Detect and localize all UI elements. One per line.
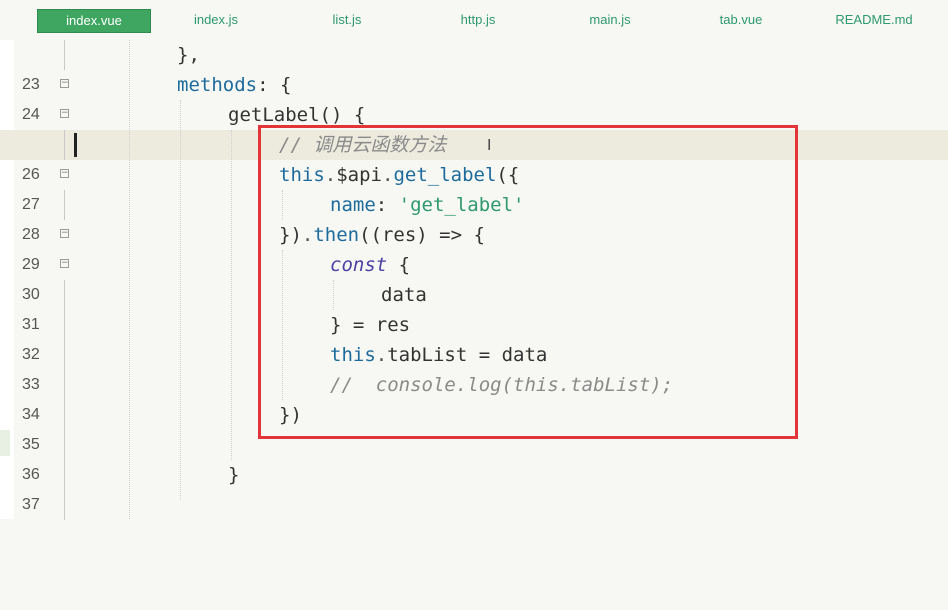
code-editor[interactable]: 23 }, 24 − methods: { 25 − getLabel() { … [0, 40, 948, 520]
tab-http-js[interactable]: http.js [445, 9, 511, 31]
tab-tab-vue[interactable]: tab.vue [706, 9, 776, 31]
code-line: 37 } [0, 460, 948, 513]
tab-index-vue[interactable]: index.vue [37, 9, 151, 33]
tab-readme-md[interactable]: README.md [826, 9, 922, 31]
text-cursor [74, 133, 77, 157]
tab-index-js[interactable]: index.js [175, 9, 257, 31]
fold-toggle-icon[interactable]: − [60, 259, 69, 268]
indent-guide [129, 40, 131, 519]
fold-toggle-icon[interactable]: − [60, 229, 69, 238]
tab-main-js[interactable]: main.js [576, 9, 644, 31]
indent-guide [231, 130, 233, 460]
highlight-box [258, 125, 798, 439]
fold-toggle-icon[interactable]: − [60, 79, 69, 88]
editor-tab-bar: index.vue index.js list.js http.js main.… [0, 0, 948, 40]
code-line-partial [0, 490, 948, 520]
tab-list-js[interactable]: list.js [316, 9, 378, 31]
fold-toggle-icon[interactable]: − [60, 109, 69, 118]
code-line: 24 − methods: { [0, 70, 948, 123]
indent-guide [180, 100, 182, 500]
fold-toggle-icon[interactable]: − [60, 169, 69, 178]
code-line: 23 }, [0, 40, 948, 93]
